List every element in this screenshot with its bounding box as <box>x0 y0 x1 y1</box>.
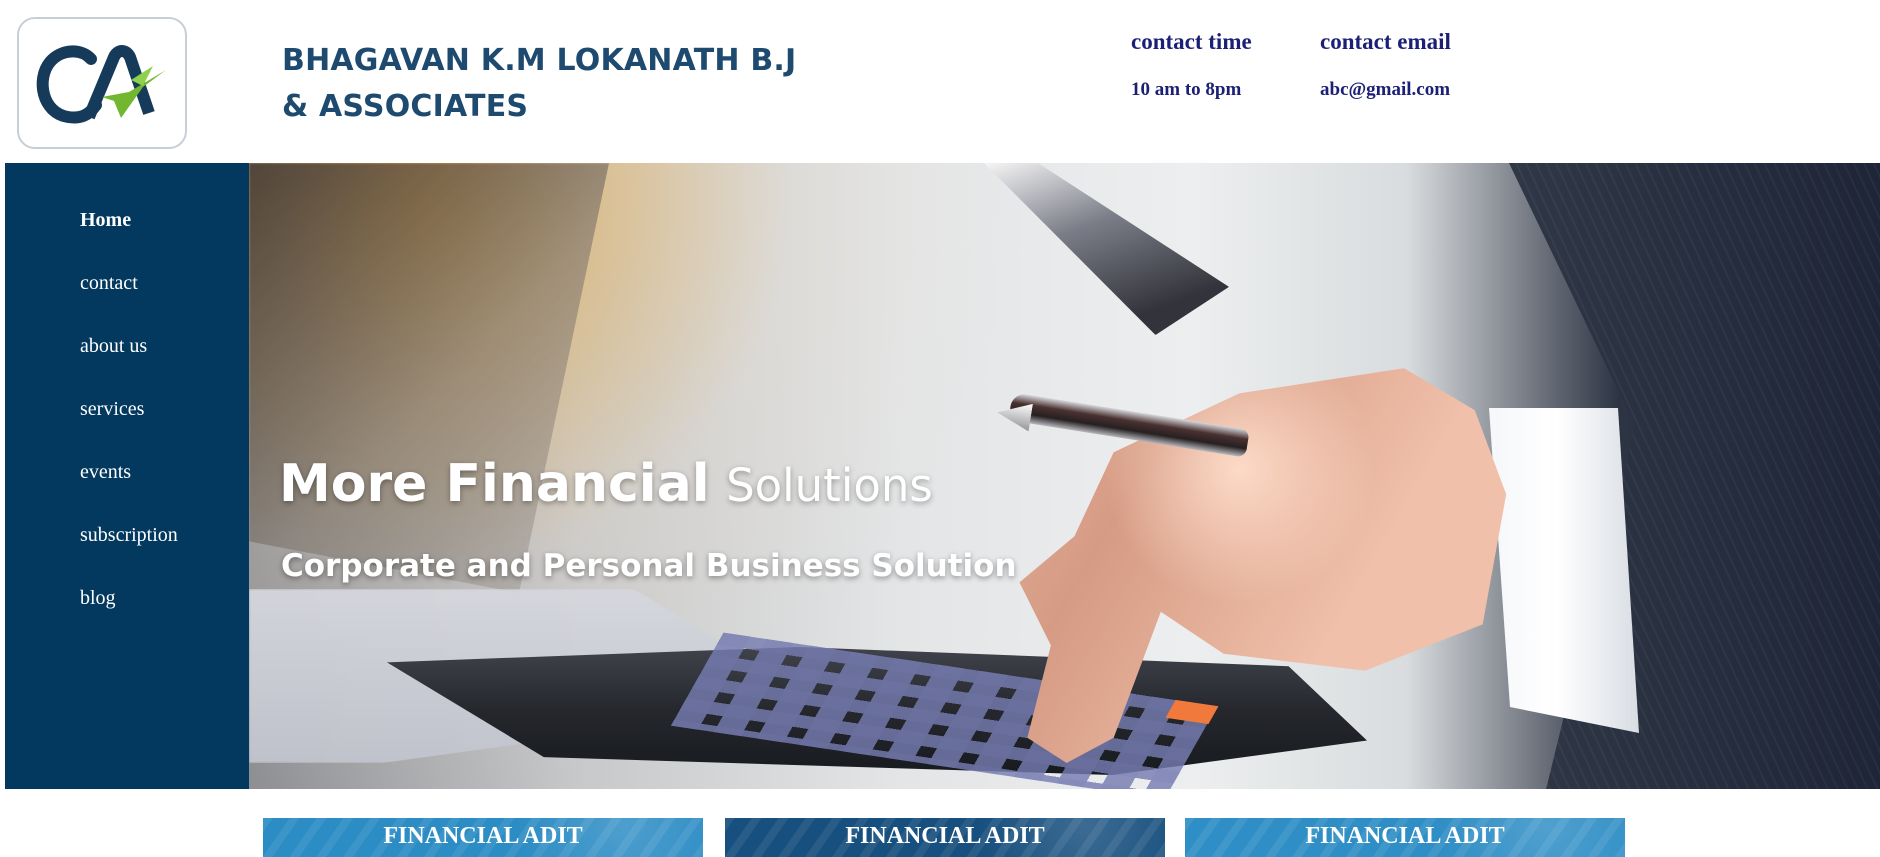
sidebar-item-services[interactable]: services <box>80 390 249 453</box>
contact-email-value[interactable]: abc@gmail.com <box>1320 77 1540 103</box>
hero-banner: More Financial Solutions Corporate and P… <box>249 163 1880 789</box>
hero-title-light: Solutions <box>726 459 933 512</box>
company-name: BHAGAVAN K.M LOKANATH B.J & ASSOCIATES <box>282 38 802 130</box>
sidebar-item-contact[interactable]: contact <box>80 264 249 327</box>
contact-time-label: contact time <box>1131 29 1252 54</box>
financial-audit-card-title-1: FINANCIAL ADIT <box>383 823 583 849</box>
hero-title: More Financial Solutions <box>279 451 933 519</box>
financial-audit-card-2[interactable]: FINANCIAL ADIT <box>725 818 1165 857</box>
hero-subtitle: Corporate and Personal Business Solution <box>281 548 1017 584</box>
company-name-line-2: & ASSOCIATES <box>282 89 529 124</box>
contact-email-label: contact email <box>1320 29 1451 54</box>
phone-image <box>984 163 1229 335</box>
financial-audit-card-1[interactable]: FINANCIAL ADIT <box>263 818 703 857</box>
sidebar-item-events[interactable]: events <box>80 453 249 516</box>
contact-time-section: contact time 10 am to 8pm <box>1131 26 1291 103</box>
laptop-background <box>249 163 609 593</box>
ca-logo-icon[interactable] <box>17 17 187 149</box>
contact-email-section: contact email abc@gmail.com <box>1320 26 1540 103</box>
sidebar-item-subscription[interactable]: subscription <box>80 516 249 579</box>
hero-title-strong: More Financial <box>279 454 710 514</box>
sidebar-item-blog[interactable]: blog <box>80 579 249 642</box>
sidebar-item-home[interactable]: Home <box>80 201 249 264</box>
sidebar-item-about-us[interactable]: about us <box>80 327 249 390</box>
page-header: BHAGAVAN K.M LOKANATH B.J & ASSOCIATES c… <box>0 0 1880 163</box>
sidebar-navigation: Home contact about us services events su… <box>5 163 249 789</box>
financial-audit-card-3[interactable]: FINANCIAL ADIT <box>1185 818 1625 857</box>
financial-audit-card-title-3: FINANCIAL ADIT <box>1305 823 1505 849</box>
company-name-line-1: BHAGAVAN K.M LOKANATH B.J <box>282 43 797 78</box>
contact-time-value: 10 am to 8pm <box>1131 79 1242 100</box>
shirt-cuff-image <box>1489 408 1639 733</box>
financial-audit-card-title-2: FINANCIAL ADIT <box>845 823 1045 849</box>
service-card-row: FINANCIAL ADIT FINANCIAL ADIT FINANCIAL … <box>263 818 1627 857</box>
